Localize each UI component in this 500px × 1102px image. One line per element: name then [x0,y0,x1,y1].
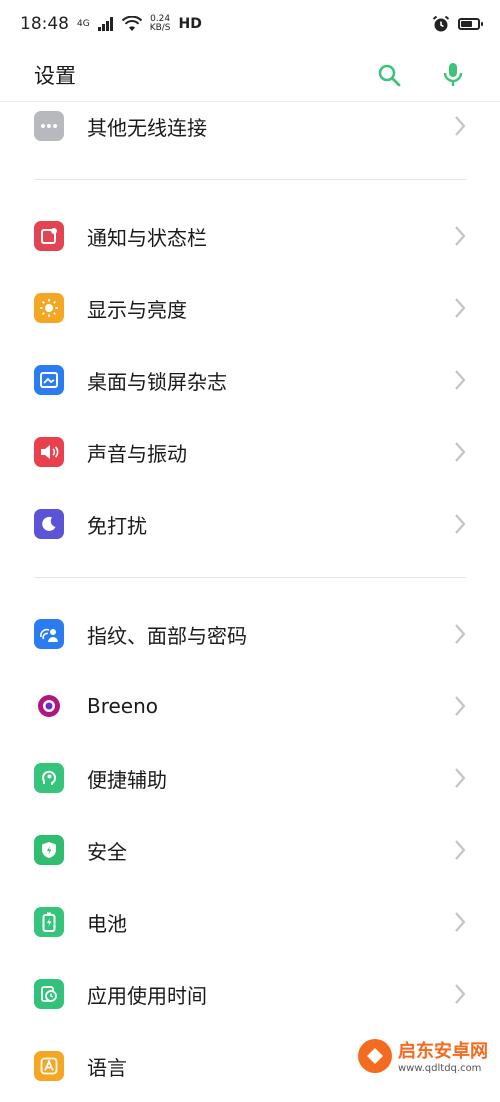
notification-icon [34,221,64,251]
watermark-name: 启东安卓网 [398,1037,488,1063]
item-label: 桌面与锁屏杂志 [87,366,227,395]
settings-item-do-not-disturb[interactable]: 免打扰 [0,488,500,560]
settings-item-other-wireless[interactable]: 其他无线连接 [0,90,500,162]
language-icon [34,1051,64,1081]
battery-icon [34,907,64,937]
settings-item-wallpaper[interactable]: 桌面与锁屏杂志 [0,344,500,416]
item-label: 应用使用时间 [87,980,207,1009]
item-label: 免打扰 [87,510,147,539]
settings-item-app-usage-time[interactable]: 应用使用时间 [0,958,500,1030]
wifi-icon [122,16,142,32]
fingerprint-face-icon [34,619,64,649]
item-label: Breeno [87,694,158,718]
chevron-right-icon [454,911,466,933]
network-type: 4G [77,20,90,29]
page-title: 设置 [34,60,76,90]
item-label: 其他无线连接 [87,112,207,141]
breeno-icon [34,691,64,721]
settings-item-fingerprint-face-password[interactable]: 指纹、面部与密码 [0,598,500,670]
chevron-right-icon [454,983,466,1005]
status-bar: 18:48 4G 0.24 KB/S HD [0,0,500,48]
item-label: 通知与状态栏 [87,222,207,251]
chevron-right-icon [454,297,466,319]
hd-indicator: HD [179,16,202,32]
chevron-right-icon [454,369,466,391]
settings-item-display[interactable]: 显示与亮度 [0,272,500,344]
voice-search-button[interactable] [440,62,466,88]
settings-item-sound[interactable]: 声音与振动 [0,416,500,488]
chevron-right-icon [454,513,466,535]
shield-icon [34,835,64,865]
search-button[interactable] [376,62,402,88]
chevron-right-icon [454,767,466,789]
search-icon [377,63,401,87]
item-label: 显示与亮度 [87,294,187,323]
status-time: 18:48 [20,14,69,34]
chevron-right-icon [454,441,466,463]
settings-list: 其他无线连接 通知与状态栏 显示与亮度 桌面与锁屏杂志 声音与振动 [0,90,500,1102]
item-label: 语言 [87,1052,127,1081]
chevron-right-icon [454,623,466,645]
item-label: 声音与振动 [87,438,187,467]
chevron-right-icon [454,839,466,861]
assist-icon [34,763,64,793]
alarm-icon [432,15,450,33]
app-time-icon [34,979,64,1009]
watermark-url: www.qdltdq.com [398,1063,488,1074]
chevron-right-icon [454,695,466,717]
section-divider [0,162,500,200]
wallpaper-icon [34,365,64,395]
net-speed: 0.24 KB/S [150,15,171,33]
item-label: 电池 [87,908,127,937]
signal-icon [98,17,114,31]
settings-item-security[interactable]: 安全 [0,814,500,886]
more-dots-icon [34,111,64,141]
moon-icon [34,509,64,539]
chevron-right-icon [454,115,466,137]
item-label: 指纹、面部与密码 [87,620,247,649]
settings-item-notifications[interactable]: 通知与状态栏 [0,200,500,272]
item-label: 便捷辅助 [87,764,167,793]
watermark-logo-icon [358,1039,392,1073]
microphone-icon [442,62,464,88]
section-divider [0,560,500,598]
battery-status-icon [458,18,480,30]
chevron-right-icon [454,225,466,247]
speaker-icon [34,437,64,467]
settings-item-convenience-assist[interactable]: 便捷辅助 [0,742,500,814]
settings-item-battery[interactable]: 电池 [0,886,500,958]
settings-item-breeno[interactable]: Breeno [0,670,500,742]
item-label: 安全 [87,836,127,865]
brightness-icon [34,293,64,323]
site-watermark: 启东安卓网 www.qdltdq.com [354,1035,492,1076]
